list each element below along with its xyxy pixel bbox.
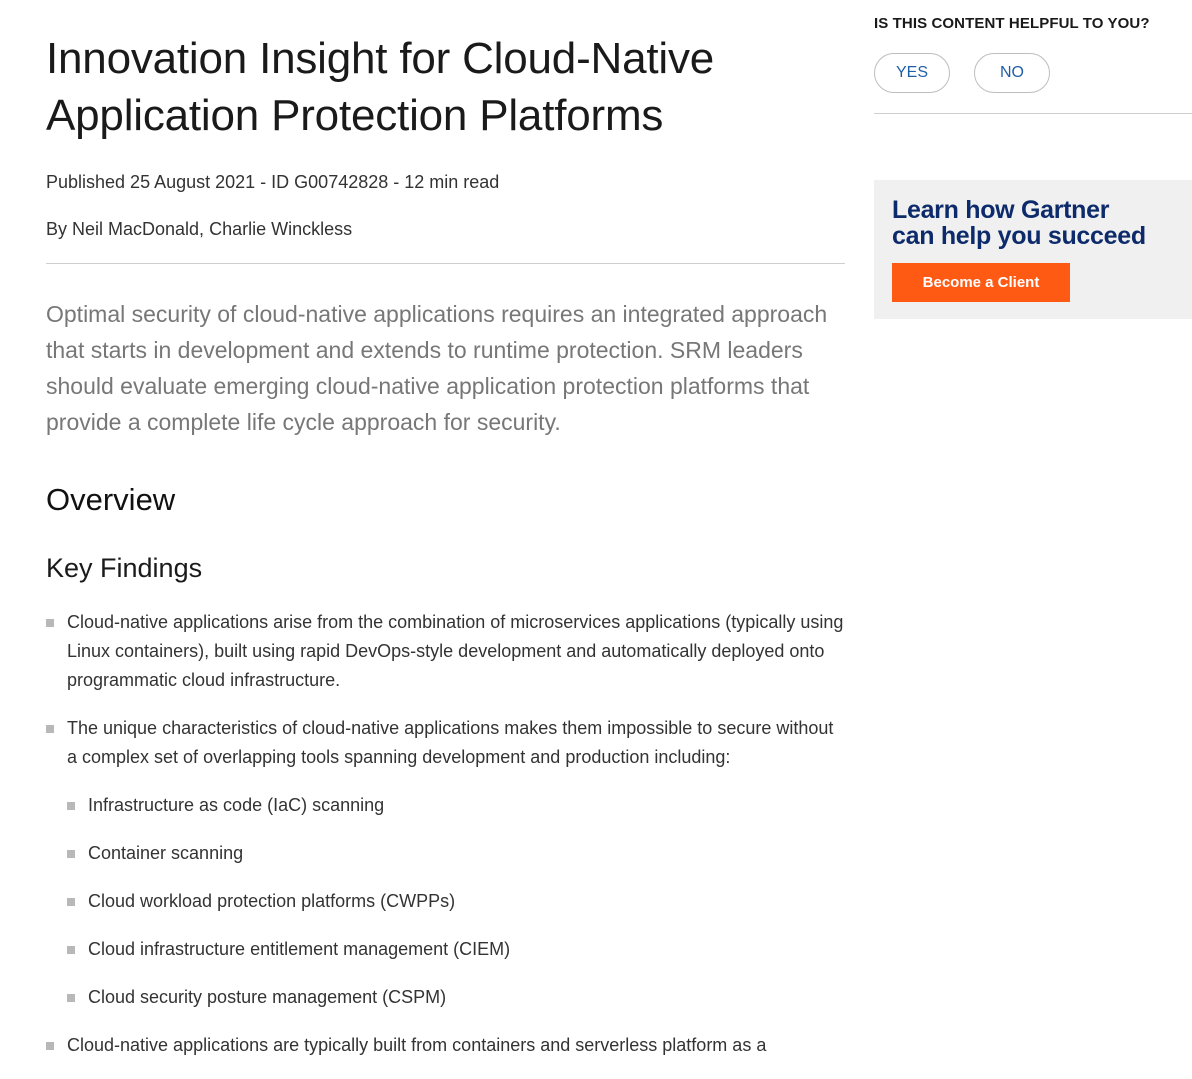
list-item: Infrastructure as code (IaC) scanning <box>67 791 846 820</box>
square-bullet-icon <box>46 1042 54 1050</box>
finding-text: Cloud-native applications arise from the… <box>67 612 844 690</box>
square-bullet-icon <box>67 850 75 858</box>
author-line: By Neil MacDonald, Charlie Winckless <box>46 219 353 239</box>
feedback-buttons: YES NO <box>874 53 1192 93</box>
article-main: Innovation Insight for Cloud-Native Appl… <box>46 0 846 1079</box>
list-item: Cloud-native applications are typically … <box>46 1031 846 1060</box>
key-findings-list: Cloud-native applications arise from the… <box>46 608 846 1060</box>
square-bullet-icon <box>67 946 75 954</box>
sidebar-divider <box>874 113 1192 114</box>
square-bullet-icon <box>46 619 54 627</box>
square-bullet-icon <box>67 994 75 1002</box>
finding-text: Cloud-native applications are typically … <box>67 1035 767 1055</box>
feedback-question: IS THIS CONTENT HELPFUL TO YOU? <box>874 15 1150 32</box>
sub-finding-text: Container scanning <box>88 843 244 863</box>
square-bullet-icon <box>67 898 75 906</box>
tools-sublist: Infrastructure as code (IaC) scanning Co… <box>67 791 846 1012</box>
list-item: The unique characteristics of cloud-nati… <box>46 714 846 1012</box>
sub-finding-text: Cloud workload protection platforms (CWP… <box>88 891 456 911</box>
article-summary: Optimal security of cloud-native applica… <box>46 301 828 435</box>
sub-finding-text: Cloud security posture management (CSPM) <box>88 987 447 1007</box>
list-item: Cloud workload protection platforms (CWP… <box>67 887 846 916</box>
sub-finding-text: Infrastructure as code (IaC) scanning <box>88 795 385 815</box>
overview-heading: Overview <box>46 482 176 517</box>
feedback-yes-button[interactable]: YES <box>874 53 950 93</box>
list-item: Cloud infrastructure entitlement managem… <box>67 935 846 964</box>
list-item: Cloud-native applications arise from the… <box>46 608 846 695</box>
right-sidebar: IS THIS CONTENT HELPFUL TO YOU? YES NO L… <box>874 0 1192 319</box>
promo-heading-line: Learn how Gartner <box>892 196 1110 224</box>
key-findings-heading: Key Findings <box>46 553 203 583</box>
list-item: Cloud security posture management (CSPM) <box>67 983 846 1012</box>
promo-heading: Learn how Gartner can help you succeed <box>892 197 1192 249</box>
sub-finding-text: Cloud infrastructure entitlement managem… <box>88 939 511 959</box>
square-bullet-icon <box>46 725 54 733</box>
page-title: Innovation Insight for Cloud-Native Appl… <box>46 34 715 140</box>
finding-text: The unique characteristics of cloud-nati… <box>67 718 834 767</box>
promo-banner[interactable]: Learn how Gartner can help you succeed B… <box>874 180 1192 319</box>
publication-meta: Published 25 August 2021 - ID G00742828 … <box>46 172 500 192</box>
list-item: Container scanning <box>67 839 846 868</box>
become-client-button[interactable]: Become a Client <box>892 263 1070 302</box>
promo-heading-line: can help you succeed <box>892 222 1146 250</box>
header-divider <box>46 263 845 264</box>
square-bullet-icon <box>67 802 75 810</box>
feedback-no-button[interactable]: NO <box>974 53 1050 93</box>
